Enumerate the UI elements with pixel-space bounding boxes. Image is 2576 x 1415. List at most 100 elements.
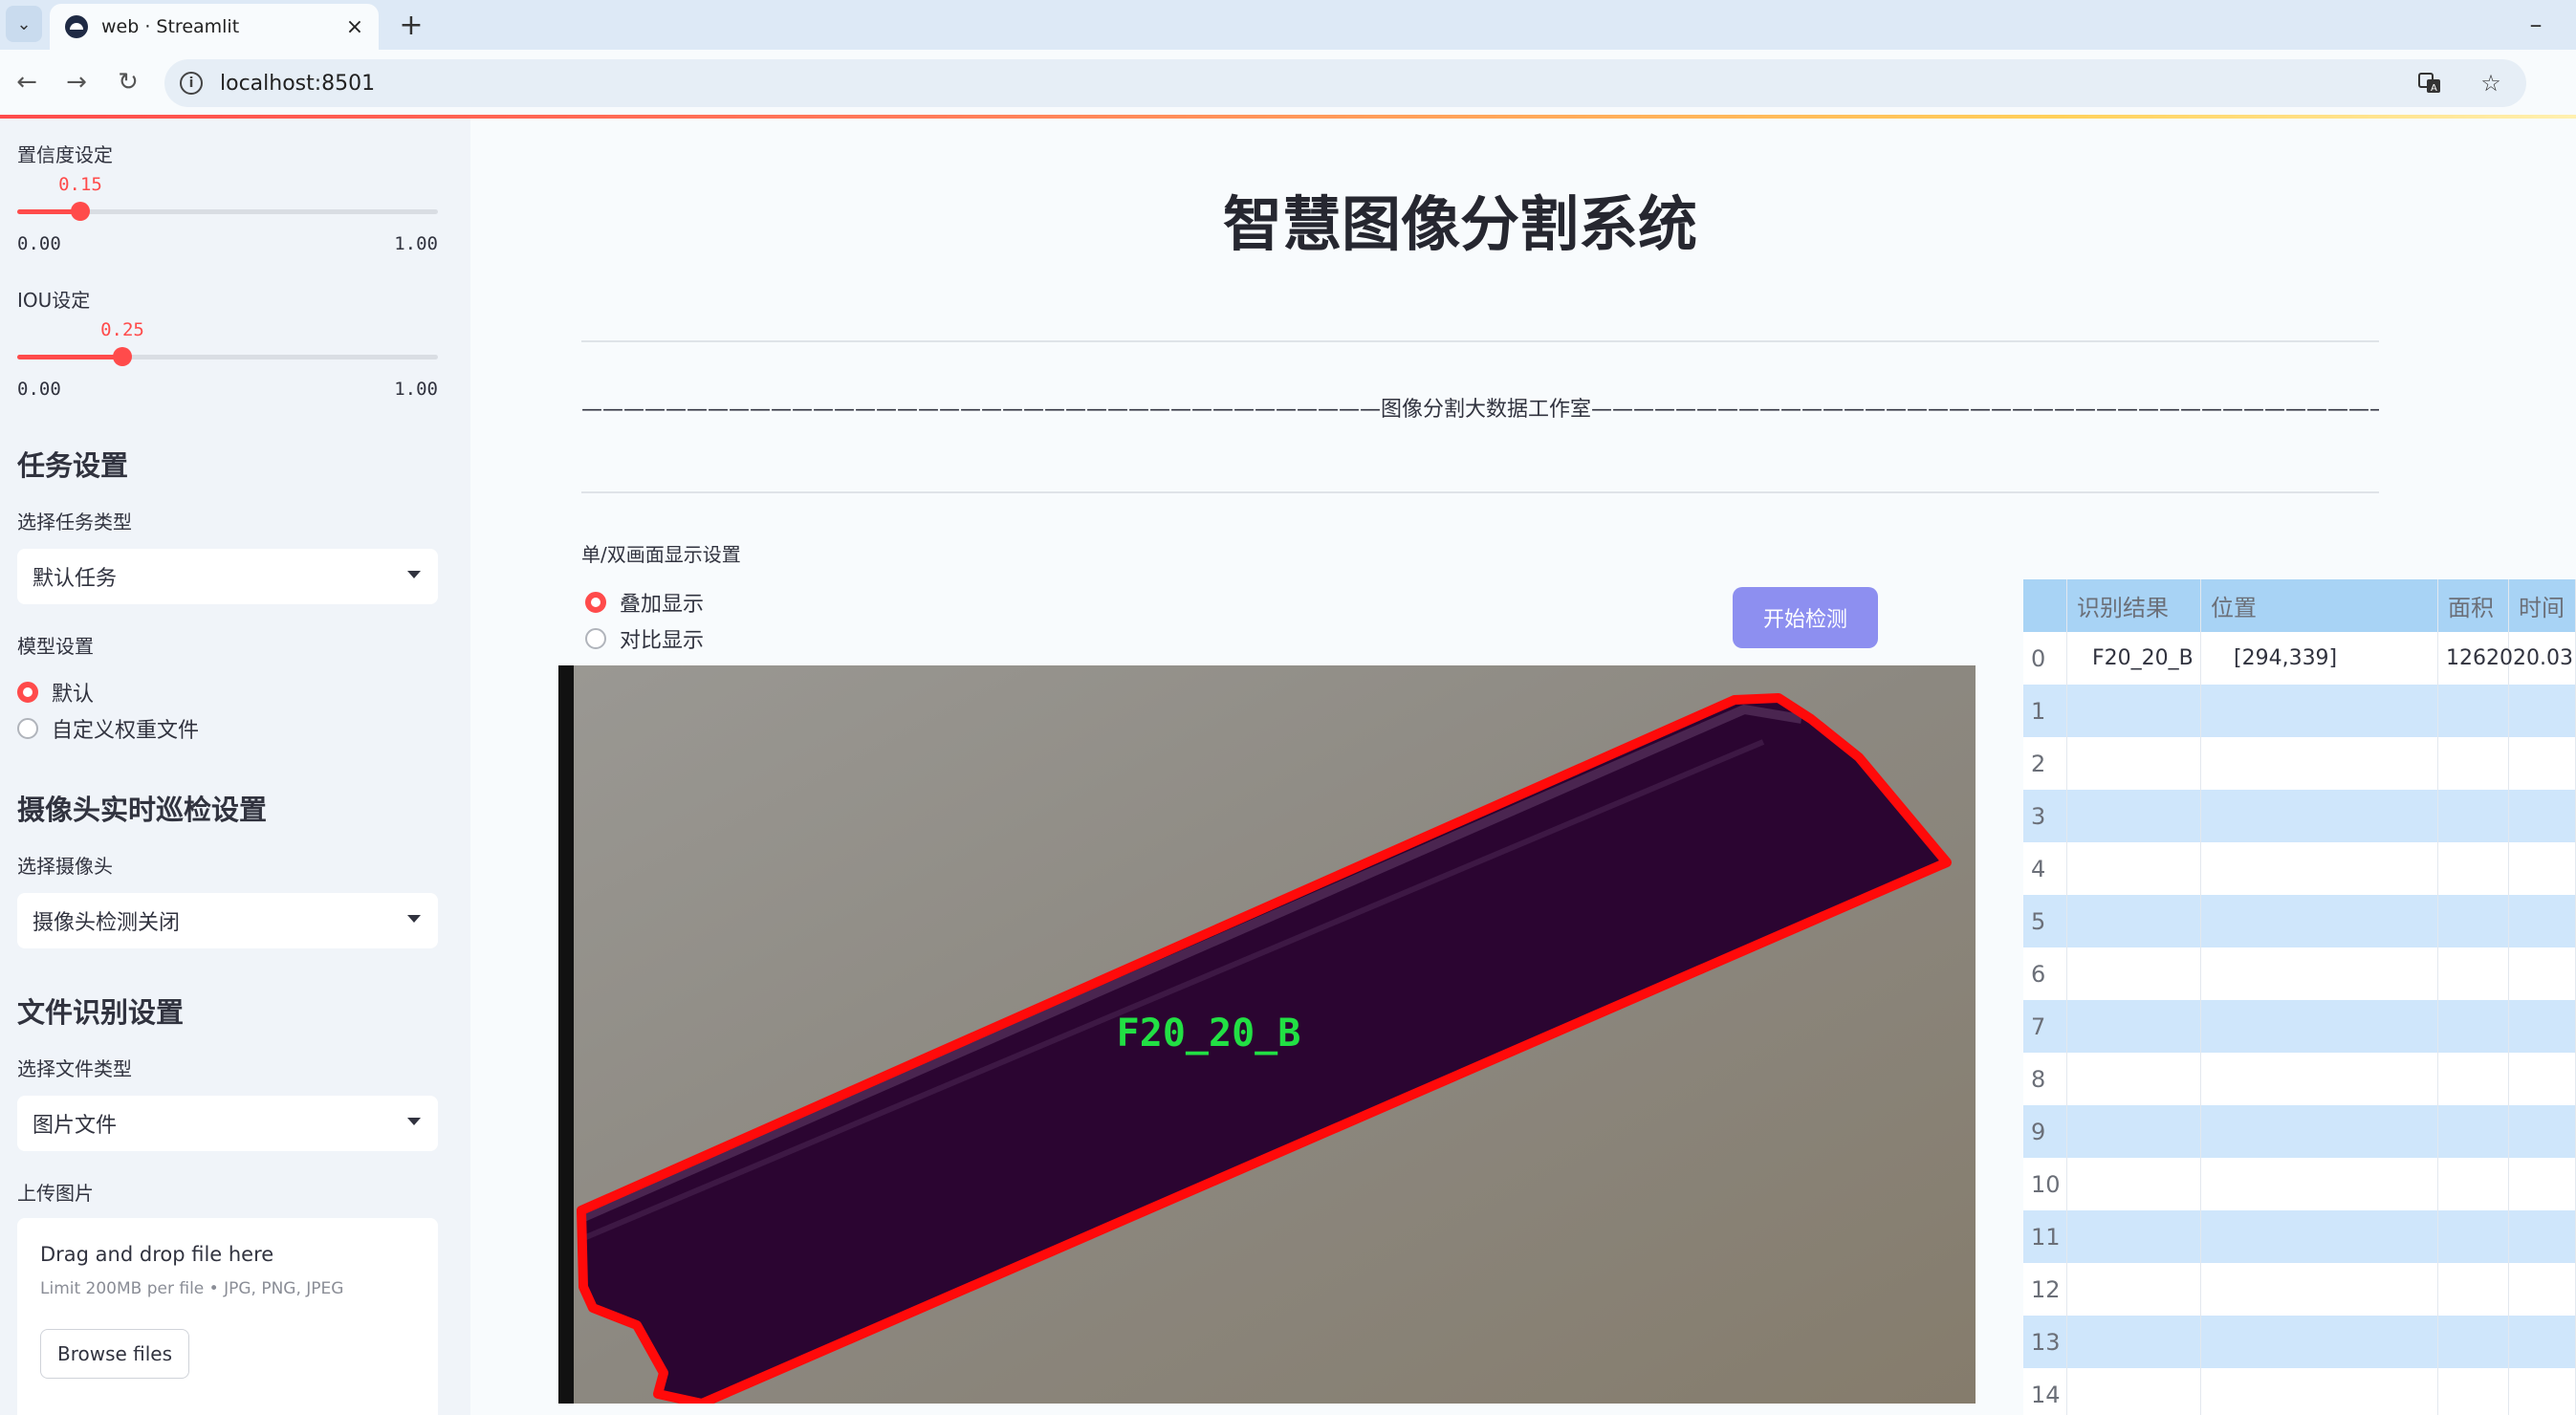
- table-cell: [2509, 895, 2576, 947]
- window-minimize-icon[interactable]: –: [2517, 6, 2555, 44]
- radio-unselected[interactable]: [17, 718, 38, 739]
- table-header-cell[interactable]: [2023, 579, 2067, 632]
- file-type-select[interactable]: 图片文件: [17, 1096, 438, 1151]
- radio-label: 自定义权重文件: [52, 719, 200, 743]
- browser-chrome: ⌄ web · Streamlit × + – ← → ↻ i localhos…: [0, 0, 2576, 119]
- table-cell: [2067, 1316, 2201, 1368]
- slider-track[interactable]: [17, 202, 438, 221]
- table-row[interactable]: 13: [2023, 1316, 2576, 1368]
- table-cell: [2201, 737, 2438, 790]
- display-mode-label: 单/双画面显示设置: [581, 543, 741, 566]
- results-table[interactable]: 识别结果 位置 面积 时间 0 F20_20_B [294,339] 1262020.03 1 2…: [2023, 579, 2576, 1415]
- table-header-cell[interactable]: 位置: [2201, 579, 2438, 632]
- table-cell: 2: [2023, 737, 2067, 790]
- table-row[interactable]: 12: [2023, 1263, 2576, 1316]
- browser-tab[interactable]: web · Streamlit ×: [50, 4, 379, 50]
- table-row[interactable]: 5: [2023, 895, 2576, 947]
- start-detection-button[interactable]: 开始检测: [1733, 587, 1878, 648]
- new-tab-plus-icon[interactable]: +: [392, 6, 430, 44]
- address-bar[interactable]: i localhost:8501 A ☆: [164, 59, 2526, 107]
- iou-value: 0.25: [100, 319, 144, 340]
- slider-thumb[interactable]: [71, 202, 90, 221]
- table-row[interactable]: 6: [2023, 947, 2576, 1000]
- detection-result-image: F20_20_B: [558, 665, 1976, 1404]
- table-row[interactable]: 3: [2023, 790, 2576, 842]
- table-row[interactable]: 8: [2023, 1053, 2576, 1105]
- table-cell: [2201, 1210, 2438, 1263]
- table-cell: 5: [2023, 895, 2067, 947]
- table-cell: [2201, 895, 2438, 947]
- slider-fill: [17, 355, 122, 359]
- camera-settings-heading: 摄像头实时巡检设置: [17, 794, 268, 826]
- file-type-value: 图片文件: [33, 1114, 118, 1138]
- table-row[interactable]: 11: [2023, 1210, 2576, 1263]
- table-cell: [2509, 790, 2576, 842]
- close-icon[interactable]: ×: [338, 11, 371, 43]
- table-row[interactable]: 9: [2023, 1105, 2576, 1158]
- table-row[interactable]: 2: [2023, 737, 2576, 790]
- table-row[interactable]: 7: [2023, 1000, 2576, 1053]
- table-row[interactable]: 1: [2023, 685, 2576, 737]
- table-cell: 12: [2023, 1263, 2067, 1316]
- radio-unselected[interactable]: [585, 628, 606, 649]
- table-row[interactable]: 0 F20_20_B [294,339] 1262020.03: [2023, 632, 2576, 685]
- file-dropzone[interactable]: Drag and drop file here Limit 200MB per …: [17, 1218, 438, 1415]
- slider-track[interactable]: [17, 347, 438, 366]
- table-cell: [2509, 1316, 2576, 1368]
- iou-slider[interactable]: 0.25 0.00 1.00: [17, 319, 438, 415]
- table-cell: [2438, 947, 2509, 1000]
- table-cell: [2201, 1368, 2438, 1415]
- translate-icon[interactable]: A: [2413, 67, 2446, 99]
- table-cell: [2438, 1053, 2509, 1105]
- main-content: 智慧图像分割系统 ———————————————————————————————…: [470, 119, 2576, 1415]
- table-cell: [2067, 947, 2201, 1000]
- task-type-select[interactable]: 默认任务: [17, 549, 438, 604]
- table-cell: [2067, 1210, 2201, 1263]
- tab-title: web · Streamlit: [101, 16, 240, 37]
- slider-thumb[interactable]: [113, 347, 132, 366]
- table-header-cell[interactable]: 时间: [2509, 579, 2576, 632]
- table-cell: 0: [2023, 632, 2067, 685]
- url-text[interactable]: localhost:8501: [220, 72, 375, 96]
- tab-list-chevron-icon[interactable]: ⌄: [6, 6, 42, 42]
- table-cell: [2438, 1368, 2509, 1415]
- camera-label: 选择摄像头: [17, 855, 113, 878]
- table-header-cell[interactable]: 识别结果: [2067, 579, 2201, 632]
- radio-selected[interactable]: [585, 592, 606, 613]
- model-option-custom[interactable]: 自定义权重文件: [17, 713, 199, 744]
- table-cell: 4: [2023, 842, 2067, 895]
- radio-selected[interactable]: [17, 682, 38, 703]
- reload-icon[interactable]: ↻: [109, 63, 147, 101]
- radio-label: 叠加显示: [620, 593, 705, 617]
- site-info-icon[interactable]: i: [180, 72, 203, 95]
- segmentation-overlay: F20_20_B: [558, 665, 1976, 1404]
- browse-files-button[interactable]: Browse files: [40, 1329, 189, 1379]
- table-cell: 13: [2023, 1316, 2067, 1368]
- table-cell: 9: [2023, 1105, 2067, 1158]
- table-cell: [2509, 685, 2576, 737]
- display-option-compare[interactable]: 对比显示: [585, 623, 704, 654]
- bookmark-star-icon[interactable]: ☆: [2475, 67, 2507, 99]
- table-header-cell[interactable]: 面积: [2438, 579, 2509, 632]
- model-option-default[interactable]: 默认: [17, 677, 94, 708]
- display-option-overlay[interactable]: 叠加显示: [585, 587, 704, 618]
- table-cell: [2067, 737, 2201, 790]
- confidence-slider[interactable]: 0.15 0.00 1.00: [17, 174, 438, 270]
- forward-arrow-icon[interactable]: →: [57, 63, 96, 101]
- table-row[interactable]: 14: [2023, 1368, 2576, 1415]
- table-cell: 11: [2023, 1210, 2067, 1263]
- table-cell: [2438, 1210, 2509, 1263]
- table-cell: [2438, 1158, 2509, 1210]
- back-arrow-icon[interactable]: ←: [8, 63, 46, 101]
- table-cell: [2509, 1263, 2576, 1316]
- table-cell: 14: [2023, 1368, 2067, 1415]
- confidence-label: 置信度设定: [17, 143, 113, 166]
- chevron-down-icon: [407, 915, 421, 923]
- camera-select[interactable]: 摄像头检测关闭: [17, 893, 438, 948]
- dropzone-title: Drag and drop file here: [40, 1243, 274, 1266]
- table-row[interactable]: 10: [2023, 1158, 2576, 1210]
- table-cell: [2201, 1158, 2438, 1210]
- table-cell: [2438, 1263, 2509, 1316]
- table-cell: [2438, 790, 2509, 842]
- table-row[interactable]: 4: [2023, 842, 2576, 895]
